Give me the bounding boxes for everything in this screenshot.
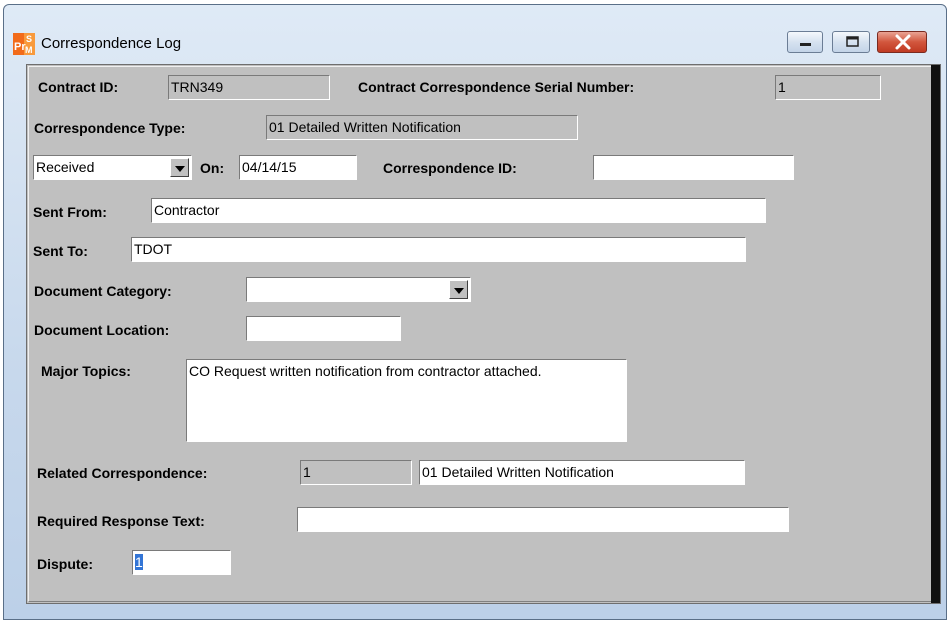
dispute-field[interactable]: 1 (132, 550, 231, 575)
on-label: On: (200, 160, 225, 176)
minimize-button[interactable] (787, 31, 823, 53)
window-title: Correspondence Log (41, 35, 182, 52)
document-category-dropdown-button[interactable] (449, 280, 468, 299)
serial-number-label: Contract Correspondence Serial Number: (358, 79, 635, 95)
svg-text:M: M (25, 45, 33, 55)
form-area: Contract ID: TRN349 Contract Corresponde… (26, 64, 941, 604)
chevron-down-icon (175, 166, 185, 172)
required-response-field[interactable] (297, 507, 789, 532)
dispute-value: 1 (135, 554, 143, 570)
sent-to-label: Sent To: (33, 243, 88, 259)
correspondence-log-window: Pr S M Correspondence Log Contract ID: T… (3, 4, 947, 620)
correspondence-id-field[interactable] (593, 155, 794, 180)
major-topics-textarea[interactable]: CO Request written notification from con… (186, 359, 627, 442)
document-location-label: Document Location: (34, 322, 170, 338)
contract-id-field: TRN349 (168, 75, 330, 100)
correspondence-type-field: 01 Detailed Written Notification (266, 115, 578, 140)
on-date-field[interactable]: 04/14/15 (239, 155, 357, 180)
contract-id-label: Contract ID: (38, 79, 119, 95)
related-number-field: 1 (300, 460, 412, 485)
direction-dropdown-button[interactable] (170, 158, 189, 177)
dispute-label: Dispute: (37, 556, 93, 572)
document-category-select[interactable] (246, 277, 471, 302)
minimize-icon (800, 43, 811, 46)
close-icon (895, 34, 911, 50)
correspondence-type-label: Correspondence Type: (34, 120, 186, 136)
correspondence-id-label: Correspondence ID: (383, 160, 517, 176)
required-response-label: Required Response Text: (37, 513, 205, 529)
close-button[interactable] (877, 31, 927, 53)
svg-text:S: S (26, 34, 32, 44)
sent-from-label: Sent From: (33, 204, 107, 220)
document-category-label: Document Category: (34, 283, 172, 299)
document-location-field[interactable] (246, 316, 401, 341)
sent-to-field[interactable]: TDOT (131, 237, 746, 262)
related-correspondence-label: Related Correspondence: (37, 465, 208, 481)
psm-app-icon[interactable]: Pr S M (13, 33, 35, 55)
serial-number-field: 1 (775, 75, 881, 100)
related-description-field[interactable]: 01 Detailed Written Notification (419, 460, 745, 485)
vertical-scrollbar[interactable] (931, 65, 940, 603)
chevron-down-icon (454, 288, 464, 294)
maximize-icon (846, 36, 859, 47)
maximize-button[interactable] (832, 31, 870, 53)
major-topics-label: Major Topics: (41, 363, 131, 379)
direction-value: Received (36, 159, 95, 175)
sent-from-field[interactable]: Contractor (151, 198, 766, 223)
direction-select[interactable]: Received (33, 155, 192, 180)
